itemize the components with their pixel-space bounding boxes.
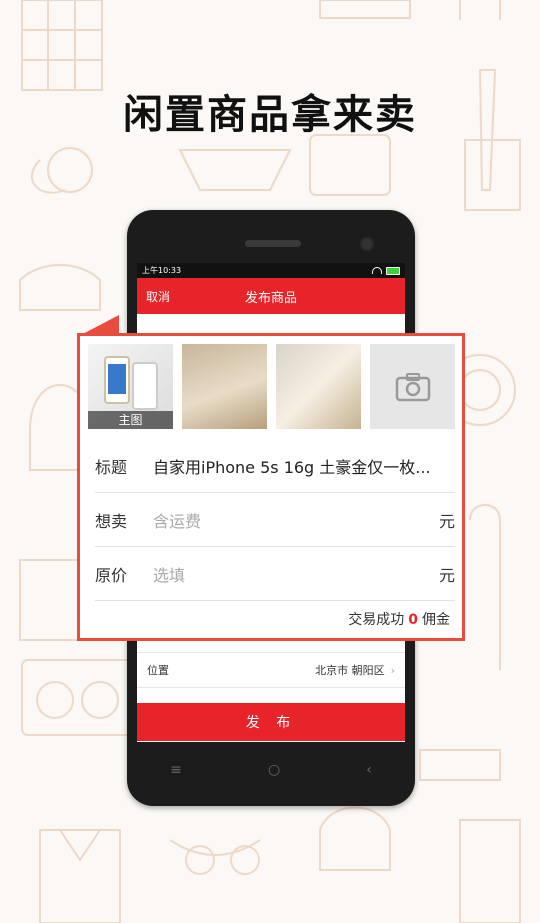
status-time: 上午10:33 [142,266,182,275]
title-input[interactable]: 自家用iPhone 5s 16g 土豪金仅一枚... [153,454,455,478]
main-photo-label: 主图 [88,411,173,429]
chevron-right-icon: › [390,664,395,677]
menu-icon[interactable]: ≡ [170,762,182,778]
original-price-unit: 元 [438,565,455,585]
add-photo-button[interactable] [370,344,455,429]
photo-main[interactable]: 主图 [88,344,173,429]
title-row[interactable]: 标题 自家用iPhone 5s 16g 土豪金仅一枚... [95,439,455,493]
commission-prefix: 交易成功 [348,612,405,628]
location-row[interactable]: 位置 北京市 朝阳区 › [137,652,405,688]
location-value: 北京市 朝阳区 › [315,662,395,678]
original-price-input[interactable]: 选填 [153,562,431,586]
publish-button[interactable]: 发 布 [137,703,405,741]
photo-strip: 主图 [88,344,455,429]
commission-suffix: 佣金 [422,612,450,628]
commission-value: 0 [408,612,418,628]
want-price-row[interactable]: 想卖 含运费 元 [95,493,455,547]
want-price-input[interactable]: 含运费 [153,508,431,532]
status-icons [372,266,400,275]
title-label: 标题 [95,457,128,477]
home-icon[interactable]: ○ [268,762,280,778]
cancel-button[interactable]: 取消 [146,288,170,305]
zoomed-form-callout: 主图 标题 自家用iPhone 5s 16g 土豪金仅一枚... 想卖 含运费 … [77,333,465,641]
commission-note: 交易成功 0 佣金 [348,609,450,629]
photo-2[interactable] [182,344,267,429]
want-price-label: 想卖 [95,511,128,531]
page-headline: 闲置商品拿来卖 [123,92,417,138]
want-price-unit: 元 [438,511,455,531]
battery-icon [386,266,400,275]
screen-title: 发布商品 [244,290,297,306]
status-bar: 上午10:33 [137,263,405,278]
iphone-front-image [104,356,130,404]
original-price-row[interactable]: 原价 选填 元 [95,547,455,601]
phone-speaker [245,240,301,247]
photo-3[interactable] [276,344,361,429]
original-price-label: 原价 [95,565,128,585]
phone-camera [360,237,374,251]
iphone-back-image [132,362,158,410]
location-label: 位置 [147,664,169,677]
location-text: 北京市 朝阳区 [315,664,385,677]
app-titlebar: 取消 发布商品 [137,278,405,314]
wifi-icon [372,267,382,274]
camera-icon [395,372,430,401]
android-nav-bar: ≡ ○ ‹ [127,750,415,790]
back-icon[interactable]: ‹ [366,762,372,778]
